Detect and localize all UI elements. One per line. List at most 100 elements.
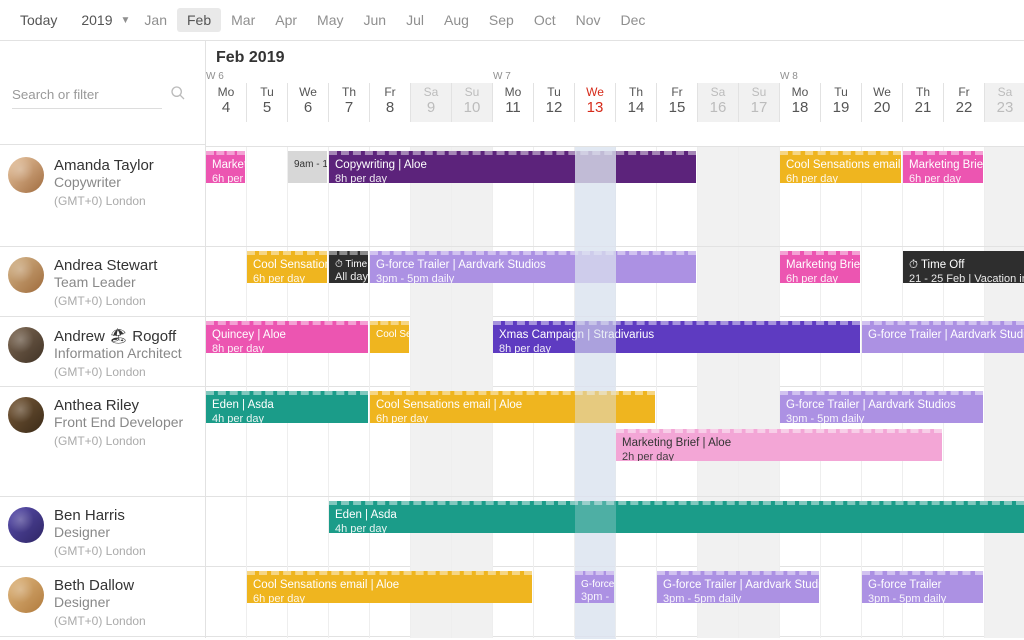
schedule-lane[interactable]: Eden | Asda4h per dayCool Sensations ema… <box>205 387 1024 496</box>
schedule-bar[interactable]: Quincey | Aloe8h per day <box>206 321 368 353</box>
today-button[interactable]: Today <box>10 8 67 32</box>
avatar <box>8 507 44 543</box>
day-header[interactable]: We6 <box>288 83 329 122</box>
month-tab-mar[interactable]: Mar <box>221 8 265 32</box>
person-tz: (GMT+0) London <box>54 614 146 628</box>
avatar <box>8 257 44 293</box>
schedule-bar[interactable]: G-force Trailer3pm - 5pm daily <box>862 571 983 603</box>
day-header[interactable]: Tu19 <box>821 83 862 122</box>
person-sidebar[interactable]: Anthea RileyFront End Developer (GMT+0) L… <box>0 387 205 496</box>
person-row: Andrea StewartTeam Leader(GMT+0) LondonC… <box>0 247 1024 317</box>
avatar <box>8 577 44 613</box>
schedule-bar[interactable]: Cool Se <box>370 321 409 353</box>
month-tab-jul[interactable]: Jul <box>396 8 434 32</box>
day-header[interactable]: We20 <box>862 83 903 122</box>
day-header[interactable]: Th21 <box>903 83 944 122</box>
person-tz: (GMT+0) London <box>54 544 146 558</box>
month-tab-jun[interactable]: Jun <box>354 8 397 32</box>
month-tab-apr[interactable]: Apr <box>265 8 307 32</box>
schedule-lane[interactable]: Cool Sensations email | Aloe6h per day G-… <box>205 567 1024 638</box>
avatar <box>8 157 44 193</box>
person-sidebar[interactable]: Beth DallowDesigner(GMT+0) London <box>0 567 205 638</box>
person-sidebar[interactable]: Ben HarrisDesigner(GMT+0) London <box>0 497 205 568</box>
avatar <box>8 397 44 433</box>
day-header[interactable]: Th14 <box>616 83 657 122</box>
person-tz: (GMT+0) London <box>54 365 182 379</box>
schedule-bar[interactable]: Marketing Brief6h per day <box>780 251 860 283</box>
schedule-bar[interactable]: Marketing Brief6h per day <box>206 151 245 183</box>
schedule-bar[interactable]: Eden | Asda4h per day <box>206 391 368 423</box>
month-tab-dec[interactable]: Dec <box>611 8 656 32</box>
chevron-down-icon: ▼ <box>121 15 131 26</box>
schedule-bar[interactable]: Marketing Brief | Aloe2h per day <box>616 429 942 461</box>
search-area <box>0 41 205 145</box>
person-name: Andrew 🏖 Rogoff <box>54 327 182 345</box>
search-icon <box>170 85 186 104</box>
person-tz: (GMT+0) London <box>54 294 157 308</box>
schedule-lane[interactable]: Eden | Asda4h per day <box>205 497 1024 568</box>
schedule-bar[interactable]: G-force Trailer | Aardvark Studios <box>862 321 1024 353</box>
search-input[interactable] <box>12 81 162 109</box>
month-tab-oct[interactable]: Oct <box>524 8 566 32</box>
day-header[interactable]: Mo11 <box>493 83 534 122</box>
schedule-bar[interactable]: G-force Trailer | Aardvark Studios3pm - … <box>780 391 983 423</box>
month-tab-may[interactable]: May <box>307 8 353 32</box>
person-sidebar[interactable]: Andrea StewartTeam Leader(GMT+0) London <box>0 247 205 318</box>
schedule-bar[interactable]: Cool Sensations email | Aloe6h per day <box>370 391 655 423</box>
month-tab-nov[interactable]: Nov <box>566 8 611 32</box>
person-role: Front End Developer <box>54 414 183 430</box>
period-label: Feb 2019 <box>206 41 1024 71</box>
schedule-bar[interactable]: 9am - 1 <box>288 151 327 183</box>
day-header[interactable]: Sa9 <box>411 83 452 122</box>
day-header[interactable]: Fr22 <box>944 83 985 122</box>
day-header[interactable]: Mo4 <box>206 83 247 122</box>
day-header[interactable]: Mo18 <box>780 83 821 122</box>
day-header[interactable]: Fr15 <box>657 83 698 122</box>
person-role: Copywriter <box>54 174 154 190</box>
day-header[interactable]: Fr8 <box>370 83 411 122</box>
schedule-bar[interactable]: Copywriting | Aloe8h per day <box>329 151 696 183</box>
month-tab-sep[interactable]: Sep <box>479 8 524 32</box>
day-header[interactable]: Tu5 <box>247 83 288 122</box>
day-header[interactable]: Th7 <box>329 83 370 122</box>
day-header[interactable]: Su17 <box>739 83 780 122</box>
month-tab-feb[interactable]: Feb <box>177 8 221 32</box>
schedule-bar[interactable]: G-force3pm - <box>575 571 614 603</box>
person-row: Andrew 🏖 RogoffInformation Architect(GMT… <box>0 317 1024 387</box>
person-name: Beth Dallow <box>54 577 146 594</box>
schedule-bar[interactable]: Eden | Asda4h per day <box>329 501 1024 533</box>
schedule-bar[interactable]: Xmas Campaign | Stradivarius8h per day <box>493 321 860 353</box>
person-row: Beth DallowDesigner(GMT+0) LondonCool Se… <box>0 567 1024 637</box>
person-role: Team Leader <box>54 274 157 290</box>
person-tz: (GMT+0) London <box>54 194 154 208</box>
person-sidebar[interactable]: Amanda TaylorCopywriter (GMT+0) London <box>0 147 205 246</box>
day-header[interactable]: Tu12 <box>534 83 575 122</box>
avatar <box>8 327 44 363</box>
year-selector[interactable]: 2019 <box>71 8 122 32</box>
schedule-bar[interactable]: G-force Trailer | Aardvark Studios3pm - … <box>370 251 696 283</box>
schedule-bar[interactable]: Cool Sensations email | Aloe6h per day <box>780 151 901 183</box>
schedule-bar[interactable]: ⏱ TimeAll day <box>329 251 368 283</box>
schedule-bar[interactable]: Cool Sensations email | Aloe6h per day <box>247 571 532 603</box>
person-tz: (GMT+0) London <box>54 434 183 448</box>
schedule-bar[interactable]: Cool Sensations6h per day <box>247 251 327 283</box>
month-tab-jan[interactable]: Jan <box>134 8 177 32</box>
day-header[interactable]: We13 <box>575 83 616 122</box>
schedule-lane[interactable]: Cool Sensations6h per day⏱ TimeAll dayG-… <box>205 247 1024 318</box>
schedule-bar[interactable]: G-force Trailer | Aardvark Studios3pm - … <box>657 571 819 603</box>
person-row: Anthea RileyFront End Developer (GMT+0) L… <box>0 387 1024 497</box>
schedule-lane[interactable]: Quincey | Aloe8h per dayCool Se Xmas Camp… <box>205 317 1024 389</box>
week-label: W 7 <box>493 71 511 82</box>
person-name: Anthea Riley <box>54 397 183 414</box>
schedule-lane[interactable]: Marketing Brief6h per day 9am - 1Copywrit… <box>205 147 1024 246</box>
timeline-header: Feb 2019 W 6W 7W 8 Mo4Tu5We6Th7Fr8Sa9Su1… <box>205 41 1024 147</box>
person-name: Ben Harris <box>54 507 146 524</box>
month-tab-aug[interactable]: Aug <box>434 8 479 32</box>
schedule-bar[interactable]: Marketing Brief6h per day <box>903 151 983 183</box>
day-header[interactable]: Sa23 <box>985 83 1024 122</box>
day-header[interactable]: Sa16 <box>698 83 739 122</box>
person-sidebar[interactable]: Andrew 🏖 RogoffInformation Architect(GMT… <box>0 317 205 389</box>
person-name: Amanda Taylor <box>54 157 154 174</box>
day-header[interactable]: Su10 <box>452 83 493 122</box>
schedule-bar[interactable]: ⏱ Time Off21 - 25 Feb | Vacation in Pari… <box>903 251 1024 283</box>
